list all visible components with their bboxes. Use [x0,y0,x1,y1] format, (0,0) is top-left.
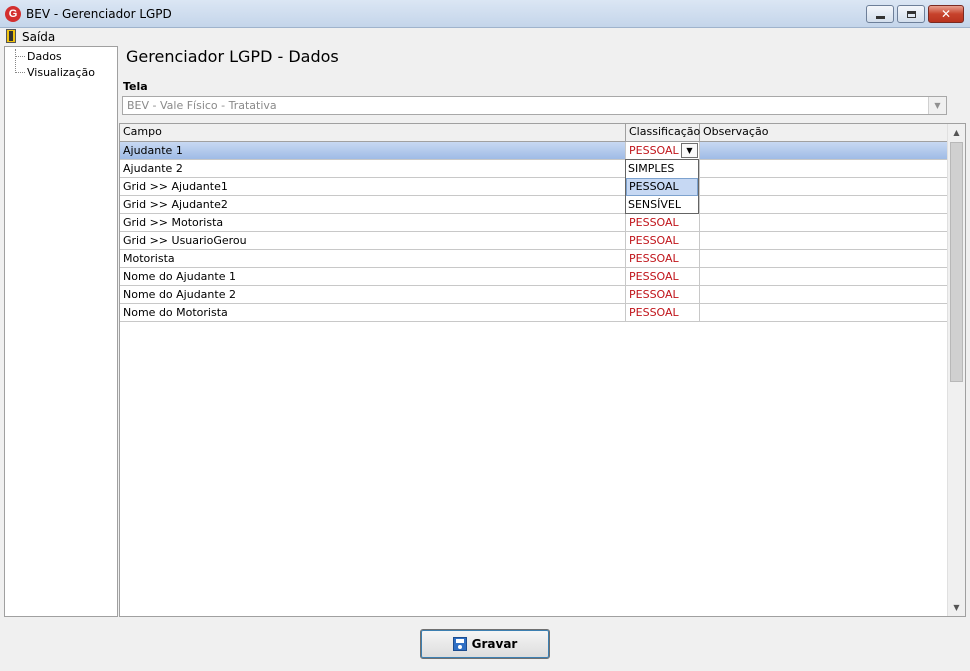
tree-connector [15,72,25,73]
cell-classificacao[interactable]: PESSOAL [626,268,700,285]
cell-observacao[interactable] [700,304,948,321]
tree-item-dados[interactable]: Dados [27,50,62,63]
tree-connector [15,49,16,73]
cell-campo: Nome do Motorista [120,304,626,321]
scrollbar-thumb[interactable] [950,142,963,382]
cell-classificacao[interactable]: PESSOAL [626,304,700,321]
classification-value: PESSOAL [629,144,679,157]
maximize-icon [906,10,916,18]
cell-observacao[interactable] [700,178,948,195]
cell-campo: Ajudante 2 [120,160,626,177]
cell-classificacao[interactable]: PESSOAL [626,232,700,249]
column-header-observacao[interactable]: Observação [700,124,948,141]
table-row[interactable]: Grid >> Motorista PESSOAL [120,214,948,232]
minimize-icon [875,15,885,19]
cell-observacao[interactable] [700,142,948,159]
cell-observacao[interactable] [700,232,948,249]
minimize-button[interactable] [866,5,894,23]
table-row[interactable]: Grid >> Ajudante1 [120,178,948,196]
column-header-campo[interactable]: Campo [120,124,626,141]
cell-observacao[interactable] [700,250,948,267]
navigation-tree: Dados Visualização [4,46,118,617]
cell-campo: Nome do Ajudante 2 [120,286,626,303]
maximize-button[interactable] [897,5,925,23]
cell-campo: Grid >> Ajudante2 [120,196,626,213]
save-button[interactable]: Gravar [420,629,550,659]
page-title: Gerenciador LGPD - Dados [126,47,339,66]
tela-select-value: BEV - Vale Físico - Tratativa [127,99,277,112]
cell-campo: Grid >> Motorista [120,214,626,231]
data-grid: Campo Classificação Observação Ajudante … [119,123,966,617]
tree-item-visualizacao[interactable]: Visualização [27,66,95,79]
cell-observacao[interactable] [700,268,948,285]
table-row[interactable]: Nome do Ajudante 1 PESSOAL [120,268,948,286]
chevron-down-icon[interactable]: ▼ [928,97,946,114]
cell-campo: Motorista [120,250,626,267]
cell-classificacao[interactable]: PESSOAL [626,286,700,303]
window-title: BEV - Gerenciador LGPD [26,7,172,21]
exit-door-icon[interactable] [6,29,16,43]
dropdown-option-simples[interactable]: SIMPLES [626,160,698,178]
table-row[interactable]: Motorista PESSOAL [120,250,948,268]
vertical-scrollbar[interactable]: ▲ ▼ [947,124,965,616]
cell-observacao[interactable] [700,160,948,177]
classification-dropdown-list: SIMPLES PESSOAL SENSÍVEL [625,159,699,214]
floppy-disk-icon [452,637,467,651]
menu-bar [0,28,970,46]
menu-item-saida[interactable]: Saída [22,30,55,44]
chevron-down-icon[interactable]: ▼ [681,143,698,158]
grid-header: Campo Classificação Observação [120,124,948,142]
dropdown-option-sensivel[interactable]: SENSÍVEL [626,196,698,214]
table-row[interactable]: Grid >> UsuarioGerou PESSOAL [120,232,948,250]
chevron-up-icon[interactable]: ▲ [948,124,965,141]
chevron-down-icon[interactable]: ▼ [948,599,965,616]
dropdown-option-pessoal[interactable]: PESSOAL [626,178,698,196]
cell-campo: Grid >> UsuarioGerou [120,232,626,249]
close-icon: ✕ [940,7,952,21]
tela-label: Tela [123,80,148,93]
cell-classificacao[interactable]: PESSOAL [626,250,700,267]
cell-observacao[interactable] [700,196,948,213]
table-row[interactable]: Ajudante 2 [120,160,948,178]
column-header-classificacao[interactable]: Classificação [626,124,700,141]
app-logo-icon: G [5,6,21,22]
cell-campo: Grid >> Ajudante1 [120,178,626,195]
tree-connector [15,56,25,57]
cell-classificacao[interactable]: PESSOAL [626,214,700,231]
save-button-label: Gravar [471,637,518,651]
table-row[interactable]: Nome do Motorista PESSOAL [120,304,948,322]
table-row[interactable]: Grid >> Ajudante2 [120,196,948,214]
cell-campo: Nome do Ajudante 1 [120,268,626,285]
cell-campo: Ajudante 1 [120,142,626,159]
cell-observacao[interactable] [700,214,948,231]
close-button[interactable]: ✕ [928,5,964,23]
table-row[interactable]: Nome do Ajudante 2 PESSOAL [120,286,948,304]
tela-select[interactable]: BEV - Vale Físico - Tratativa ▼ [122,96,947,115]
table-row[interactable]: Ajudante 1 PESSOAL ▼ [120,142,948,160]
cell-observacao[interactable] [700,286,948,303]
